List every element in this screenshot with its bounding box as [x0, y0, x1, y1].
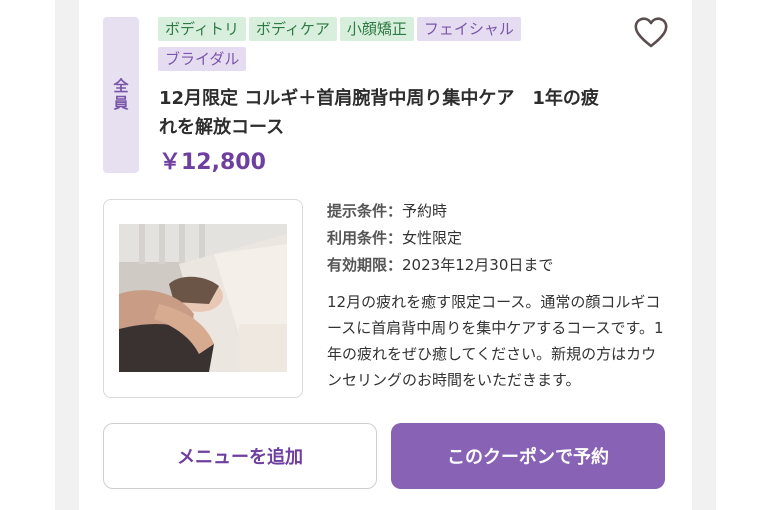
tag: フェイシャル — [416, 17, 521, 41]
condition-valid-label: 有効期限： — [327, 256, 403, 274]
massage-photo — [119, 224, 287, 372]
coupon-price: ￥12,800 — [159, 150, 266, 175]
left-margin — [0, 0, 55, 510]
condition-valid-value: 2023年12月30日まで — [402, 256, 554, 274]
coupon-description: 12月の疲れを癒す限定コース。通常の顔コルギコースに首肩背中周りを集中ケアするコ… — [327, 293, 664, 389]
condition-present-value: 予約時 — [402, 202, 448, 220]
condition-use: 利用条件：女性限定 — [327, 225, 553, 252]
tag: 小顔矯正 — [339, 17, 414, 41]
right-border — [692, 0, 716, 510]
target-badge: 全員 — [103, 17, 139, 173]
favorite-heart-icon[interactable] — [632, 14, 670, 52]
condition-valid: 有効期限：2023年12月30日まで — [327, 252, 553, 279]
condition-use-value: 女性限定 — [402, 229, 463, 247]
coupon-card: 全員 ボディトリ ボディケア 小顔矯正 フェイシャル ブライダル 12月限定 コルギ＋… — [79, 0, 692, 510]
coupon-title-line1: 12月限定 コルギ＋首肩腕背中周り集中ケア 1年の疲 — [159, 88, 599, 109]
condition-present: 提示条件：予約時 — [327, 198, 553, 225]
coupon-photo-frame — [103, 199, 303, 398]
condition-use-label: 利用条件： — [327, 229, 403, 247]
tag: ブライダル — [158, 47, 247, 71]
tag: ボディケア — [248, 17, 337, 41]
reserve-with-coupon-button[interactable]: このクーポンで予約 — [391, 423, 665, 489]
left-border — [55, 0, 79, 510]
coupon-title-line2: れを解放コース — [159, 117, 285, 138]
tag: ボディトリ — [158, 17, 246, 41]
target-badge-label: 全員 — [111, 78, 130, 112]
tag-list: ボディトリ ボディケア 小顔矯正 フェイシャル ブライダル — [158, 17, 578, 77]
coupon-conditions: 提示条件：予約時 利用条件：女性限定 有効期限：2023年12月30日まで — [327, 198, 553, 279]
coupon-title: 12月限定 コルギ＋首肩腕背中周り集中ケア 1年の疲 れを解放コース — [159, 84, 619, 142]
add-menu-button[interactable]: メニューを追加 — [103, 423, 377, 489]
condition-present-label: 提示条件： — [327, 202, 403, 220]
